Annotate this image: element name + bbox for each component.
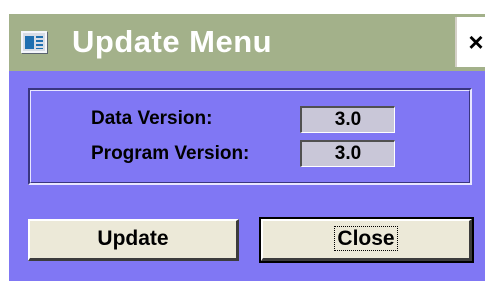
icon-right-pane [36,36,43,49]
program-version-label: Program Version: [91,143,250,164]
icon-left-pane [25,36,34,49]
version-info-panel [28,88,472,185]
window-form-icon [21,31,47,53]
data-version-value: 3.0 [300,106,395,133]
update-button[interactable]: Update [28,219,239,261]
window-title: Update Menu [72,24,273,59]
version-info-panel-bevel [30,90,470,183]
close-window-button[interactable]: × [455,17,485,67]
data-version-label: Data Version: [91,108,213,129]
update-menu-window: Update Menu × Data Version: 3.0 Program … [0,0,485,292]
program-version-value: 3.0 [300,140,395,167]
title-bar[interactable]: Update Menu × [9,14,485,71]
close-button-label: Close [334,226,398,251]
update-button-label: Update [97,227,169,250]
close-button[interactable]: Close [259,217,474,263]
